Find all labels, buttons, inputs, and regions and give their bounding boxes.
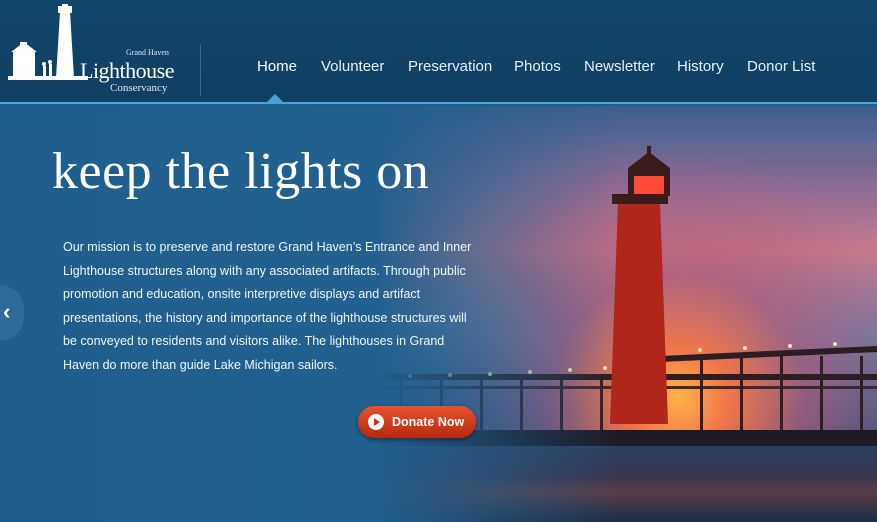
- hero-headline: keep the lights on: [52, 143, 430, 200]
- logo-title: Lighthouse: [80, 58, 175, 83]
- nav-donor-list[interactable]: Donor List: [747, 58, 815, 75]
- site-header: Grand Haven Lighthouse Conservancy Home …: [0, 0, 877, 104]
- logo-subtitle: Conservancy: [110, 82, 168, 94]
- donate-now-button[interactable]: Donate Now: [358, 406, 476, 438]
- donate-now-label: Donate Now: [392, 415, 465, 429]
- nav-preservation[interactable]: Preservation: [408, 58, 492, 75]
- nav-newsletter[interactable]: Newsletter: [584, 58, 655, 75]
- play-icon: [368, 414, 384, 430]
- nav-photos[interactable]: Photos: [514, 58, 561, 75]
- logo[interactable]: Grand Haven Lighthouse Conservancy: [8, 4, 178, 100]
- logo-divider: [200, 44, 201, 96]
- lighthouse-logo-icon: [8, 4, 88, 80]
- nav-volunteer[interactable]: Volunteer: [321, 58, 384, 75]
- mission-statement: Our mission is to preserve and restore G…: [63, 240, 472, 372]
- chevron-left-icon: ‹: [3, 299, 11, 324]
- nav-history[interactable]: History: [677, 58, 724, 75]
- active-nav-indicator: [266, 94, 284, 103]
- logo-small-text: Grand Haven: [126, 48, 169, 57]
- nav-home[interactable]: Home: [257, 58, 297, 75]
